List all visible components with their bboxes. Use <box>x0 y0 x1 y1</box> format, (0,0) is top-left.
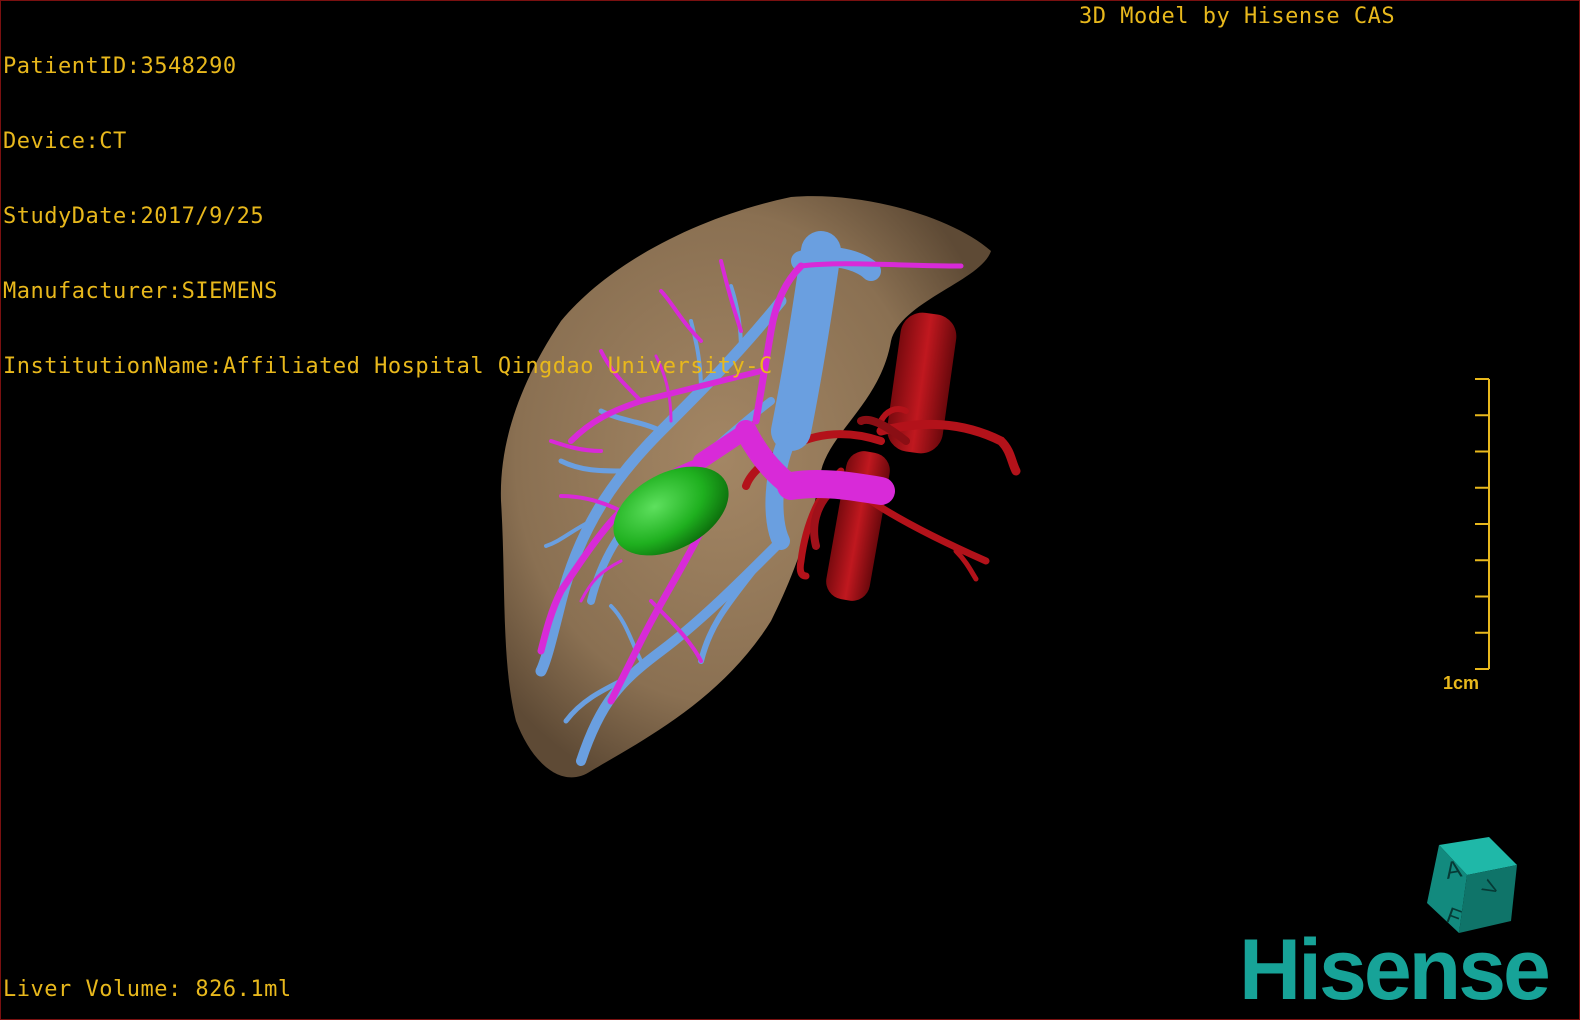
institution-text: InstitutionName:Affiliated Hospital Qing… <box>3 354 773 379</box>
liver-volume-text: Liver Volume: 826.1ml <box>3 977 292 1002</box>
scale-label: 1cm <box>1443 673 1480 693</box>
dicom-info-overlay: PatientID:3548290 Device:CT StudyDate:20… <box>3 4 773 429</box>
3d-viewport[interactable]: PatientID:3548290 Device:CT StudyDate:20… <box>0 0 1580 1020</box>
study-date-text: StudyDate:2017/9/25 <box>3 204 265 229</box>
manufacturer-text: Manufacturer:SIEMENS <box>3 279 278 304</box>
device-text: Device:CT <box>3 129 127 154</box>
hisense-logo: Hisense <box>1239 922 1551 1018</box>
patient-id-text: PatientID:3548290 <box>3 54 237 79</box>
model-credit-text: 3D Model by Hisense CAS <box>1079 4 1396 29</box>
scale-bar <box>1475 378 1490 670</box>
